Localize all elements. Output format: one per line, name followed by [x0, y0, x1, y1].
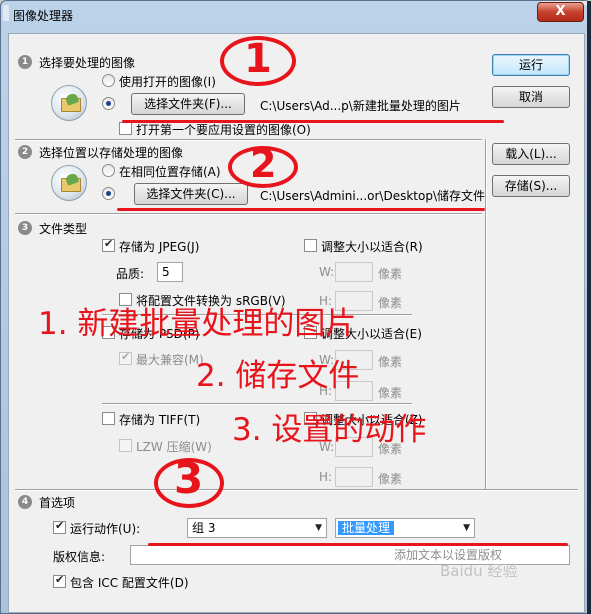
section-4-number: 4	[18, 495, 32, 509]
jpeg-w-label: W:	[319, 265, 335, 279]
section-4-title: 首选项	[39, 496, 76, 510]
annotation-underline-2	[117, 208, 485, 211]
annotation-text-2: 2. 储存文件	[196, 358, 360, 394]
tiff-h-label: H:	[319, 470, 333, 484]
annotation-underline-1	[122, 120, 504, 123]
save-tiff-checkbox[interactable]	[102, 412, 115, 425]
window-edge	[587, 1, 591, 614]
jpeg-h-unit: 像素	[378, 296, 403, 310]
action-set-value: 组 3	[192, 521, 216, 535]
include-icc-label: 包含 ICC 配置文件(D)	[70, 576, 189, 590]
radio-same-location-label: 在相同位置存储(A)	[119, 165, 221, 179]
separator-2	[15, 213, 482, 215]
folder-icon	[51, 85, 87, 121]
resize-jpeg-checkbox[interactable]	[304, 239, 317, 252]
dest-folder-path: C:\Users\Admini...or\Desktop\储存文件	[260, 189, 485, 203]
jpeg-width-input[interactable]	[335, 262, 373, 282]
jpeg-w-unit: 像素	[378, 267, 403, 281]
lzw-checkbox[interactable]	[119, 439, 132, 452]
source-folder-path: C:\Users\Ad...p\新建批量处理的图片	[260, 99, 461, 113]
radio-select-source-folder[interactable]	[102, 97, 115, 110]
run-button[interactable]: 运行	[492, 54, 570, 76]
tiff-height-input[interactable]	[335, 467, 373, 487]
chevron-down-icon: ▼	[315, 523, 322, 533]
open-first-image-label: 打开第一个要应用设置的图像(O)	[136, 123, 311, 137]
chevron-down-icon: ▼	[463, 523, 470, 533]
annotation-text-3: 3. 设置的动作	[232, 412, 427, 448]
separator-3	[15, 489, 578, 491]
section-2-number: 2	[18, 145, 32, 159]
annotation-circle-2-number: 2	[250, 142, 277, 186]
save-tiff-label: 存储为 TIFF(T)	[119, 413, 201, 427]
section-2-title: 选择位置以存储处理的图像	[39, 146, 184, 160]
radio-select-dest-folder[interactable]	[102, 187, 115, 200]
run-action-checkbox[interactable]	[53, 519, 66, 534]
radio-use-open-images-label: 使用打开的图像(I)	[119, 75, 216, 89]
section-1-title: 选择要处理的图像	[39, 56, 136, 70]
folder-icon	[51, 165, 87, 201]
radio-same-location[interactable]	[102, 164, 115, 177]
quality-input[interactable]: 5	[157, 262, 183, 282]
section-1-number: 1	[18, 55, 32, 69]
close-button[interactable]: X	[537, 2, 584, 22]
action-value: 批量处理	[338, 521, 395, 535]
section-3-title: 文件类型	[39, 222, 88, 236]
separator-1	[15, 139, 482, 141]
annotation-circle-1-number: 1	[244, 36, 272, 82]
select-source-folder-button[interactable]: 选择文件夹(F)...	[131, 93, 245, 115]
action-dropdown[interactable]: 批量处理 ▼	[335, 518, 475, 538]
include-icc-checkbox[interactable]	[53, 573, 66, 588]
max-compat-checkbox[interactable]	[119, 350, 132, 365]
save-button[interactable]: 存储(S)...	[492, 175, 570, 197]
title-bar[interactable]: 图像处理器	[1, 1, 590, 27]
action-set-dropdown[interactable]: 组 3 ▼	[187, 518, 327, 538]
open-first-image-checkbox[interactable]	[119, 122, 132, 135]
save-jpeg-label: 存储为 JPEG(J)	[119, 240, 200, 254]
annotation-circle-3-number: 3	[174, 454, 204, 503]
psd-w-unit: 像素	[378, 355, 403, 369]
section-3-number: 3	[18, 221, 32, 235]
select-dest-folder-button[interactable]: 选择文件夹(C)...	[134, 183, 248, 205]
window-icon	[3, 5, 9, 21]
copyright-label: 版权信息:	[53, 550, 106, 564]
lzw-label: LZW 压缩(W)	[136, 440, 212, 454]
cancel-button[interactable]: 取消	[492, 86, 570, 108]
watermark: Baidu 经验	[440, 562, 518, 580]
tiff-h-unit: 像素	[378, 472, 403, 486]
run-action-label: 运行动作(U):	[70, 522, 141, 536]
save-jpeg-checkbox[interactable]	[102, 237, 115, 252]
load-button[interactable]: 载入(L)...	[492, 143, 570, 165]
window-title: 图像处理器	[13, 9, 74, 23]
quality-label: 品质:	[116, 267, 145, 281]
resize-jpeg-label: 调整大小以适合(R)	[321, 240, 423, 254]
vertical-separator	[485, 139, 487, 489]
annotation-text-1: 1. 新建批量处理的图片	[38, 306, 357, 342]
radio-use-open-images[interactable]	[102, 74, 115, 87]
psd-h-unit: 像素	[378, 386, 403, 400]
annotation-underline-3	[148, 543, 568, 546]
max-compat-label: 最大兼容(M)	[136, 353, 204, 367]
